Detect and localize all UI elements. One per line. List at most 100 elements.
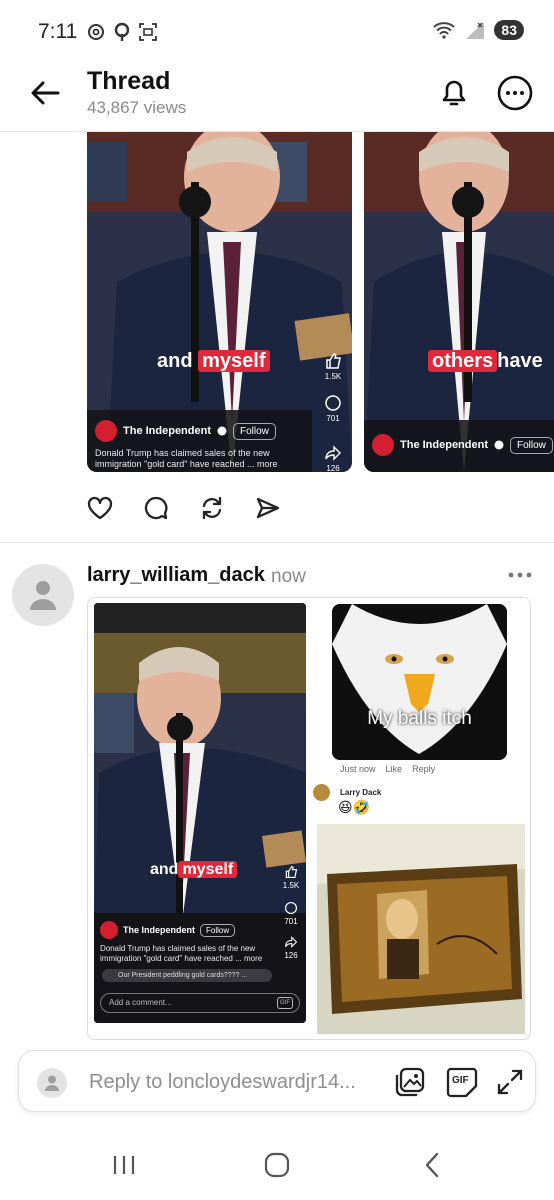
shot-comment-stat: 701: [280, 901, 302, 926]
shot-add-comment-placeholder: Add a comment...: [109, 998, 172, 1007]
meme-like-link: Like: [385, 764, 403, 774]
shot-comment-count: 701: [284, 917, 298, 926]
share-stat[interactable]: 126: [322, 444, 344, 472]
eagle-illustration: [332, 604, 507, 760]
share-count: 126: [326, 464, 340, 472]
comment-bubble-icon: [325, 395, 341, 411]
shot-description-line-1: Donald Trump has claimed sales of the ne…: [100, 944, 256, 953]
shot-comment-icon: [284, 901, 298, 915]
video-caption-highlight: myself: [198, 350, 270, 372]
divider: [0, 542, 554, 543]
shot-like-stat: 1.5K: [280, 865, 302, 890]
shot-caption-highlight: myself: [178, 861, 238, 878]
battery-badge: 83: [494, 20, 524, 40]
publisher-row: The Independent Follow: [95, 420, 276, 442]
default-avatar-icon: [30, 581, 56, 610]
follow-button[interactable]: Follow: [233, 422, 276, 440]
verified2-icon: [494, 440, 504, 450]
scan-icon: [139, 23, 157, 41]
shot-add-comment-field: Add a comment... GIF: [100, 993, 300, 1013]
gif-button[interactable]: GIF: [445, 1065, 479, 1099]
reply-input-placeholder[interactable]: Reply to loncloydeswardjr14...: [89, 1071, 356, 1094]
page-title: Thread: [87, 67, 171, 95]
eagle-meme-image: My balls itch: [332, 604, 507, 760]
video-caption-plain: and: [157, 350, 193, 372]
reply-avatar: [37, 1068, 67, 1098]
description-line-2: immigration "gold card" have reached ...…: [95, 459, 278, 469]
meme-meta: Just now Like Reply: [340, 764, 435, 774]
home-icon[interactable]: [262, 1150, 292, 1180]
comment-stat[interactable]: 701: [322, 394, 344, 423]
publisher-name: The Independent: [123, 425, 211, 437]
embedded-screenshot: and myself 1.5K 701 126 The Independent F…: [94, 603, 306, 1023]
gif-label: GIF: [452, 1075, 469, 1086]
recent-apps-icon[interactable]: [109, 1150, 139, 1180]
repost-icon[interactable]: [198, 494, 226, 522]
signal-icon: [466, 22, 485, 39]
nav-back-icon[interactable]: [418, 1150, 448, 1180]
publisher2-logo-icon: [372, 434, 394, 456]
status-bar: 7:11 83: [0, 0, 554, 62]
shot-description-line-2: immigration "gold card" have reached ...…: [100, 954, 263, 963]
status-left-icons: [86, 22, 158, 42]
threads-icon: [88, 24, 104, 40]
wifi-icon: [433, 22, 456, 39]
comment-time: now: [271, 566, 306, 587]
image-gallery-icon[interactable]: [393, 1065, 427, 1099]
shot-publisher-name: The Independent: [123, 925, 195, 935]
video2-footer: The Independent Follow: [364, 420, 554, 472]
shot-comment-preview: Our President peddling gold cards???? ..…: [102, 969, 272, 982]
shot-publisher-row: The Independent Follow: [100, 921, 236, 939]
carousel-item-video-2[interactable]: others have The Independent Follow: [364, 132, 554, 472]
shot-thumbs-up-icon: [285, 865, 298, 879]
publisher2-row: The Independent Follow: [372, 434, 553, 456]
shot-description: Donald Trump has claimed sales of the ne…: [100, 944, 270, 964]
more-options-icon[interactable]: [496, 74, 534, 112]
send-icon[interactable]: [254, 494, 282, 522]
heart-icon[interactable]: [86, 494, 114, 522]
meme-time: Just now: [340, 764, 376, 774]
video2-caption-plain: have: [497, 350, 543, 372]
comment-icon[interactable]: [142, 494, 170, 522]
reply-avatar-icon: [45, 1075, 59, 1091]
comment-count: 701: [326, 414, 340, 423]
meme-reply-user: Larry Dack: [340, 788, 382, 797]
like-stat[interactable]: 1.5K: [322, 352, 344, 381]
avatar[interactable]: [12, 564, 74, 626]
comment-image-attachment[interactable]: and myself 1.5K 701 126 The Independent F…: [87, 597, 531, 1040]
publisher2-name: The Independent: [400, 439, 488, 451]
video-description: Donald Trump has claimed sales of the ne…: [95, 448, 305, 470]
bell-icon[interactable]: [436, 74, 472, 110]
shot-like-count: 1.5K: [282, 881, 300, 890]
follow2-button[interactable]: Follow: [510, 436, 553, 454]
view-count: 43,867 views: [87, 98, 187, 117]
back-arrow-icon[interactable]: [28, 76, 62, 110]
description-line-1: Donald Trump has claimed sales of the ne…: [95, 448, 270, 458]
thumbs-up-icon: [326, 353, 341, 369]
shot-publisher-logo-icon: [100, 921, 118, 939]
shot-share-icon: [285, 936, 298, 948]
status-time: 7:11: [38, 20, 78, 43]
system-nav-bar: [0, 1130, 554, 1200]
video-footer: The Independent Follow Donald Trump has …: [87, 410, 312, 472]
comment-more-icon[interactable]: [507, 570, 533, 580]
reply-composer[interactable]: Reply to loncloydeswardjr14... GIF: [18, 1050, 536, 1112]
p-icon: [114, 22, 130, 41]
verified-icon: [217, 426, 227, 436]
comment-username[interactable]: larry_william_dack: [87, 564, 265, 587]
gold-card-illustration: [317, 824, 525, 1034]
post-actions: [86, 494, 282, 522]
status-right-icons: 83: [432, 20, 524, 40]
meme-caption: My balls itch: [367, 708, 472, 729]
expand-icon[interactable]: [493, 1065, 527, 1099]
media-carousel[interactable]: and myself 1.5K 701 126 The Independent …: [0, 132, 554, 474]
like-count: 1.5K: [324, 372, 342, 381]
shot-gif-label: GIF: [277, 997, 293, 1009]
shot-share-count: 126: [284, 951, 298, 960]
meme-reply-link: Reply: [412, 764, 436, 774]
share-arrow-icon: [325, 445, 341, 461]
meme-reply-avatar: [313, 784, 330, 801]
carousel-item-video[interactable]: and myself 1.5K 701 126 The Independent …: [87, 132, 352, 472]
shot-caption-plain: and: [150, 861, 179, 878]
shot-follow-button: Follow: [200, 923, 236, 937]
